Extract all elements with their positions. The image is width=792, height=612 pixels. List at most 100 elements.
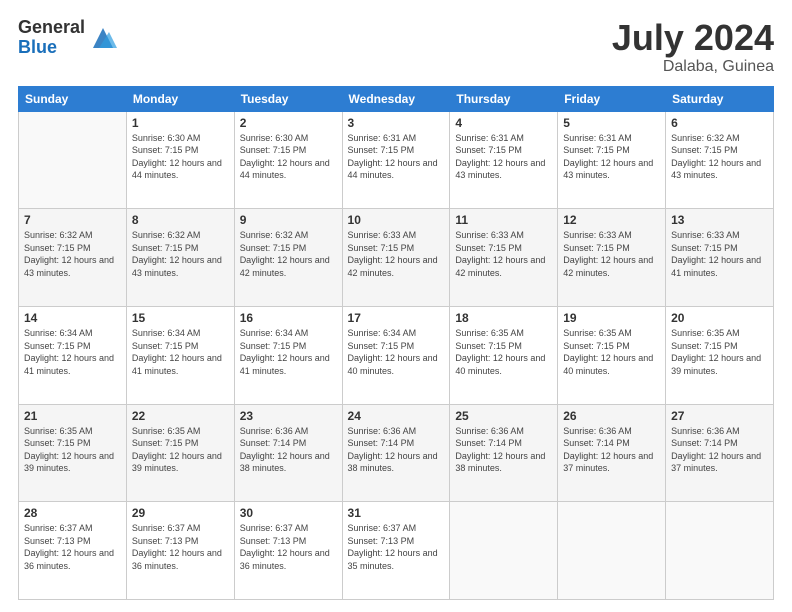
table-row: 1 Sunrise: 6:30 AMSunset: 7:15 PMDaylight… xyxy=(126,111,234,209)
day-number: 11 xyxy=(455,213,552,227)
day-number: 3 xyxy=(348,116,445,130)
calendar-week-3: 14Sunrise: 6:34 AMSunset: 7:15 PMDayligh… xyxy=(19,306,774,404)
day-info: Sunrise: 6:34 AMSunset: 7:15 PMDaylight:… xyxy=(348,327,445,377)
day-info: Sunrise: 6:36 AMSunset: 7:14 PMDaylight:… xyxy=(240,425,337,475)
page-header: General Blue July 2024 Dalaba, Guinea xyxy=(18,18,774,76)
table-row xyxy=(19,111,127,209)
day-number: 15 xyxy=(132,311,229,325)
header-wednesday: Wednesday xyxy=(342,86,450,111)
calendar-week-2: 7 Sunrise: 6:32 AMSunset: 7:15 PMDaylight… xyxy=(19,209,774,307)
day-info: Sunrise: 6:35 AMSunset: 7:15 PMDaylight:… xyxy=(671,327,768,377)
day-info: Sunrise: 6:30 AMSunset: 7:15 PMDaylight:… xyxy=(240,132,337,182)
table-row: 21 Sunrise: 6:35 AMSunset: 7:15 PMDayligh… xyxy=(19,404,127,502)
day-info: Sunrise: 6:36 AMSunset: 7:14 PMDaylight:… xyxy=(455,425,552,475)
table-row xyxy=(450,502,558,600)
day-info: Sunrise: 6:37 AMSunset: 7:13 PMDaylight:… xyxy=(348,522,445,572)
header-tuesday: Tuesday xyxy=(234,86,342,111)
day-info: Sunrise: 6:35 AMSunset: 7:15 PMDaylight:… xyxy=(24,425,121,475)
logo-general: General xyxy=(18,18,85,38)
day-info: Sunrise: 6:37 AMSunset: 7:13 PMDaylight:… xyxy=(24,522,121,572)
day-info: Sunrise: 6:33 AMSunset: 7:15 PMDaylight:… xyxy=(563,229,660,279)
table-row: 23 Sunrise: 6:36 AMSunset: 7:14 PMDayligh… xyxy=(234,404,342,502)
table-row: 29 Sunrise: 6:37 AMSunset: 7:13 PMDayligh… xyxy=(126,502,234,600)
day-number: 5 xyxy=(563,116,660,130)
table-row: 31 Sunrise: 6:37 AMSunset: 7:13 PMDayligh… xyxy=(342,502,450,600)
table-row: 9Sunrise: 6:32 AMSunset: 7:15 PMDaylight… xyxy=(234,209,342,307)
header-thursday: Thursday xyxy=(450,86,558,111)
table-row: 15 Sunrise: 6:34 AMSunset: 7:15 PMDayligh… xyxy=(126,306,234,404)
day-info: Sunrise: 6:35 AMSunset: 7:15 PMDaylight:… xyxy=(132,425,229,475)
table-row: 25Sunrise: 6:36 AMSunset: 7:14 PMDayligh… xyxy=(450,404,558,502)
day-number: 16 xyxy=(240,311,337,325)
logo-blue: Blue xyxy=(18,38,85,58)
day-number: 1 xyxy=(132,116,229,130)
day-number: 21 xyxy=(24,409,121,423)
calendar-table: Sunday Monday Tuesday Wednesday Thursday… xyxy=(18,86,774,600)
table-row: 10 Sunrise: 6:33 AMSunset: 7:15 PMDayligh… xyxy=(342,209,450,307)
table-row: 4Sunrise: 6:31 AMSunset: 7:15 PMDaylight… xyxy=(450,111,558,209)
day-info: Sunrise: 6:35 AMSunset: 7:15 PMDaylight:… xyxy=(563,327,660,377)
table-row: 12 Sunrise: 6:33 AMSunset: 7:15 PMDayligh… xyxy=(558,209,666,307)
day-info: Sunrise: 6:36 AMSunset: 7:14 PMDaylight:… xyxy=(671,425,768,475)
day-info: Sunrise: 6:34 AMSunset: 7:15 PMDaylight:… xyxy=(240,327,337,377)
day-info: Sunrise: 6:37 AMSunset: 7:13 PMDaylight:… xyxy=(240,522,337,572)
day-info: Sunrise: 6:34 AMSunset: 7:15 PMDaylight:… xyxy=(132,327,229,377)
title-block: July 2024 Dalaba, Guinea xyxy=(612,18,774,76)
day-info: Sunrise: 6:30 AMSunset: 7:15 PMDaylight:… xyxy=(132,132,229,182)
day-number: 29 xyxy=(132,506,229,520)
day-info: Sunrise: 6:36 AMSunset: 7:14 PMDaylight:… xyxy=(348,425,445,475)
day-info: Sunrise: 6:31 AMSunset: 7:15 PMDaylight:… xyxy=(455,132,552,182)
day-number: 20 xyxy=(671,311,768,325)
day-number: 13 xyxy=(671,213,768,227)
day-info: Sunrise: 6:32 AMSunset: 7:15 PMDaylight:… xyxy=(24,229,121,279)
day-number: 12 xyxy=(563,213,660,227)
header-sunday: Sunday xyxy=(19,86,127,111)
header-saturday: Saturday xyxy=(666,86,774,111)
table-row: 17 Sunrise: 6:34 AMSunset: 7:15 PMDayligh… xyxy=(342,306,450,404)
day-number: 22 xyxy=(132,409,229,423)
day-number: 18 xyxy=(455,311,552,325)
day-info: Sunrise: 6:31 AMSunset: 7:15 PMDaylight:… xyxy=(563,132,660,182)
table-row: 16 Sunrise: 6:34 AMSunset: 7:15 PMDayligh… xyxy=(234,306,342,404)
day-number: 7 xyxy=(24,213,121,227)
table-row: 26Sunrise: 6:36 AMSunset: 7:14 PMDayligh… xyxy=(558,404,666,502)
calendar-week-4: 21 Sunrise: 6:35 AMSunset: 7:15 PMDayligh… xyxy=(19,404,774,502)
day-number: 27 xyxy=(671,409,768,423)
table-row: 28 Sunrise: 6:37 AMSunset: 7:13 PMDayligh… xyxy=(19,502,127,600)
day-number: 30 xyxy=(240,506,337,520)
table-row: 5 Sunrise: 6:31 AMSunset: 7:15 PMDaylight… xyxy=(558,111,666,209)
logo-icon xyxy=(89,24,117,52)
day-info: Sunrise: 6:36 AMSunset: 7:14 PMDaylight:… xyxy=(563,425,660,475)
day-info: Sunrise: 6:33 AMSunset: 7:15 PMDaylight:… xyxy=(348,229,445,279)
day-info: Sunrise: 6:32 AMSunset: 7:15 PMDaylight:… xyxy=(132,229,229,279)
table-row: 6 Sunrise: 6:32 AMSunset: 7:15 PMDaylight… xyxy=(666,111,774,209)
table-row: 18 Sunrise: 6:35 AMSunset: 7:15 PMDayligh… xyxy=(450,306,558,404)
calendar-week-5: 28 Sunrise: 6:37 AMSunset: 7:13 PMDayligh… xyxy=(19,502,774,600)
day-info: Sunrise: 6:33 AMSunset: 7:15 PMDaylight:… xyxy=(455,229,552,279)
table-row: 19 Sunrise: 6:35 AMSunset: 7:15 PMDayligh… xyxy=(558,306,666,404)
day-number: 23 xyxy=(240,409,337,423)
day-info: Sunrise: 6:33 AMSunset: 7:15 PMDaylight:… xyxy=(671,229,768,279)
calendar-week-1: 1 Sunrise: 6:30 AMSunset: 7:15 PMDaylight… xyxy=(19,111,774,209)
day-number: 10 xyxy=(348,213,445,227)
day-info: Sunrise: 6:31 AMSunset: 7:15 PMDaylight:… xyxy=(348,132,445,182)
table-row: 8Sunrise: 6:32 AMSunset: 7:15 PMDaylight… xyxy=(126,209,234,307)
day-info: Sunrise: 6:34 AMSunset: 7:15 PMDaylight:… xyxy=(24,327,121,377)
day-number: 17 xyxy=(348,311,445,325)
day-number: 6 xyxy=(671,116,768,130)
header-monday: Monday xyxy=(126,86,234,111)
table-row: 7 Sunrise: 6:32 AMSunset: 7:15 PMDaylight… xyxy=(19,209,127,307)
day-info: Sunrise: 6:35 AMSunset: 7:15 PMDaylight:… xyxy=(455,327,552,377)
day-number: 19 xyxy=(563,311,660,325)
table-row: 13 Sunrise: 6:33 AMSunset: 7:15 PMDayligh… xyxy=(666,209,774,307)
day-number: 31 xyxy=(348,506,445,520)
day-number: 28 xyxy=(24,506,121,520)
table-row: 24 Sunrise: 6:36 AMSunset: 7:14 PMDayligh… xyxy=(342,404,450,502)
day-info: Sunrise: 6:32 AMSunset: 7:15 PMDaylight:… xyxy=(671,132,768,182)
day-number: 24 xyxy=(348,409,445,423)
day-info: Sunrise: 6:32 AMSunset: 7:15 PMDaylight:… xyxy=(240,229,337,279)
weekday-header-row: Sunday Monday Tuesday Wednesday Thursday… xyxy=(19,86,774,111)
table-row: 2Sunrise: 6:30 AMSunset: 7:15 PMDaylight… xyxy=(234,111,342,209)
table-row xyxy=(666,502,774,600)
day-info: Sunrise: 6:37 AMSunset: 7:13 PMDaylight:… xyxy=(132,522,229,572)
